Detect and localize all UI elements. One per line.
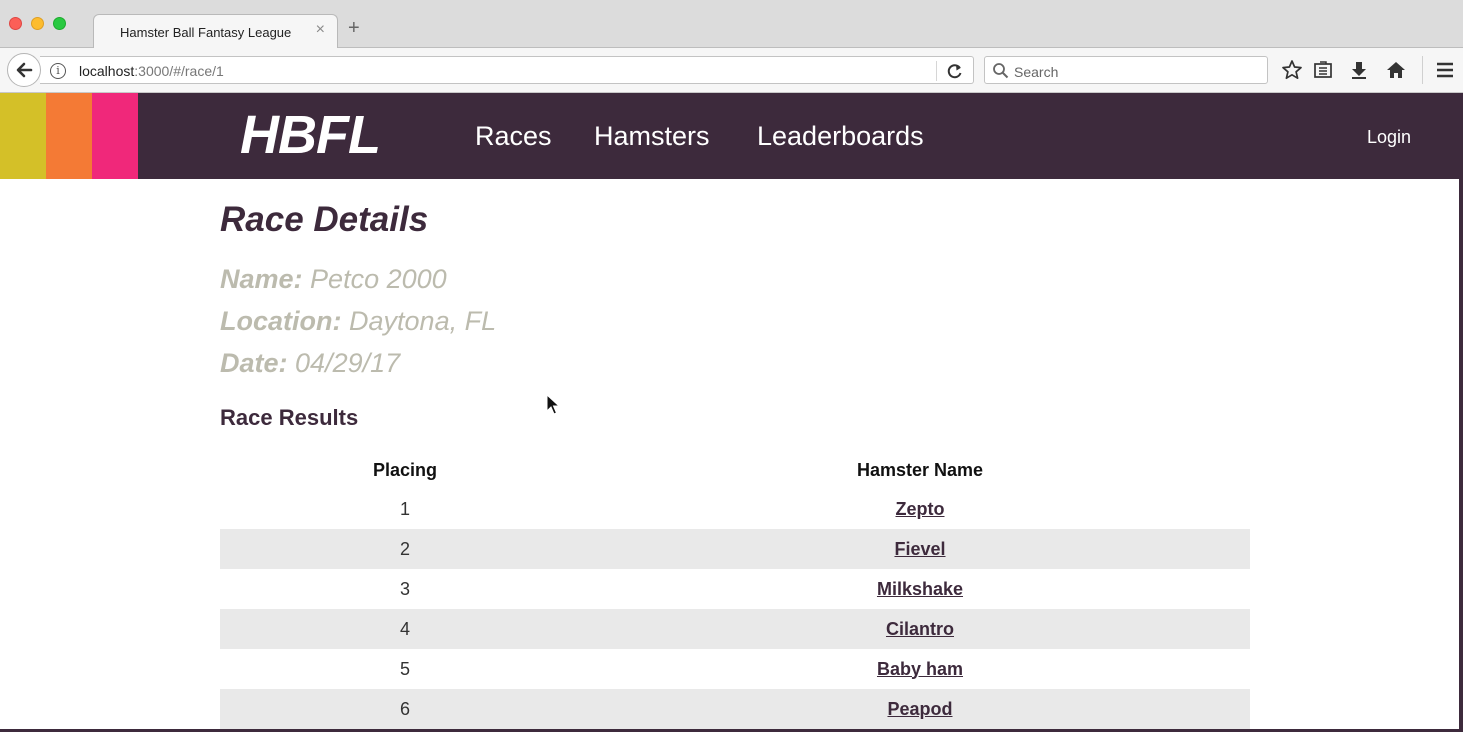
brand-stripe-yellow [0,93,46,179]
hamster-name-cell: Fievel [590,529,1250,569]
race-location-label: Location: [220,306,342,336]
window-minimize-button[interactable] [31,17,44,30]
nav-races[interactable]: Races [475,120,552,152]
page-viewport: HBFL Races Hamsters Leaderboards Login R… [0,93,1459,729]
page-title: Race Details [220,200,429,239]
race-date-label: Date: [220,348,288,378]
placing-cell: 3 [399,578,410,599]
hamster-link[interactable]: Milkshake [877,579,963,599]
race-name-value: Petco 2000 [310,264,447,294]
race-location: Location: Daytona, FL [220,306,496,337]
table-row: 2 Fievel [220,529,1250,569]
hamster-name-cell: Cilantro [590,609,1250,649]
placing-cell: 4 [220,609,590,649]
site-info-icon[interactable]: i [50,63,66,79]
login-link[interactable]: Login [1367,126,1411,148]
tab-title: Hamster Ball Fantasy League [120,25,292,40]
table-row: 6 Peapod [220,689,1250,729]
url-text[interactable]: localhost:3000/#/race/1 [79,63,224,79]
download-icon[interactable] [1348,59,1370,81]
hamster-name-cell: Zepto [590,489,1250,529]
hamster-name-cell: Milkshake [590,569,1250,609]
race-date-value: 04/29/17 [295,348,401,378]
search-icon [993,63,1009,79]
brand-stripe-orange [46,93,92,179]
placing-cell: 2 [220,529,590,569]
url-path: :3000/#/race/1 [134,63,224,79]
reading-list-icon[interactable] [1312,59,1334,81]
hamster-link[interactable]: Zepto [896,499,945,519]
reload-icon[interactable] [943,60,967,82]
race-name-label: Name: [220,264,303,294]
race-date: Date: 04/29/17 [220,348,400,379]
tab-close-icon[interactable]: × [316,21,325,39]
placing-cell: 5 [399,658,410,679]
hamster-name-cell: Baby ham [590,649,1250,689]
table-row: 4 Cilantro [220,609,1250,649]
window-close-button[interactable] [9,17,22,30]
hamster-name-cell: Peapod [590,689,1250,729]
nav-hamsters[interactable]: Hamsters [594,120,710,152]
hamster-link[interactable]: Baby ham [877,659,963,679]
home-icon[interactable] [1385,59,1407,81]
browser-toolbar: i localhost:3000/#/race/1 Search [0,48,1463,93]
search-input[interactable]: Search [984,56,1268,84]
hamster-link[interactable]: Cilantro [886,619,954,639]
table-row: 3 Milkshake [220,569,1250,609]
back-arrow-icon [16,62,33,78]
race-name: Name: Petco 2000 [220,264,447,295]
back-button[interactable] [7,53,41,87]
window-edge [1459,93,1463,732]
browser-tab[interactable]: Hamster Ball Fantasy League × [93,14,338,49]
toolbar-divider [1422,56,1423,84]
results-table: Placing Hamster Name 1 Zepto 2 Fievel 3 … [220,451,1250,729]
site-header: HBFL Races Hamsters Leaderboards Login [0,93,1459,179]
search-placeholder: Search [1014,64,1059,80]
nav-leaderboards[interactable]: Leaderboards [757,120,924,152]
hamburger-menu-icon[interactable] [1434,59,1456,81]
hamster-link[interactable]: Fievel [894,539,945,559]
column-header-hamster-name: Hamster Name [856,459,984,480]
new-tab-button[interactable]: + [348,18,360,38]
url-divider [936,61,937,81]
column-header-placing: Placing [372,459,438,480]
address-bar[interactable]: i localhost:3000/#/race/1 [40,56,974,84]
bookmark-star-icon[interactable] [1281,59,1303,81]
window-maximize-button[interactable] [53,17,66,30]
table-row: 1 Zepto [220,489,1250,529]
mouse-pointer-icon [546,394,560,415]
race-location-value: Daytona, FL [349,306,497,336]
site-logo[interactable]: HBFL [240,106,381,164]
table-row: 5 Baby ham [220,649,1250,689]
placing-cell: 1 [399,498,410,519]
hamster-link[interactable]: Peapod [887,699,952,719]
browser-titlebar: Hamster Ball Fantasy League × + [0,0,1463,49]
url-host: localhost [79,63,135,79]
placing-cell: 6 [220,689,590,729]
brand-stripe-pink [92,93,138,179]
results-heading: Race Results [220,405,359,430]
table-header-row: Placing Hamster Name [220,451,1250,489]
